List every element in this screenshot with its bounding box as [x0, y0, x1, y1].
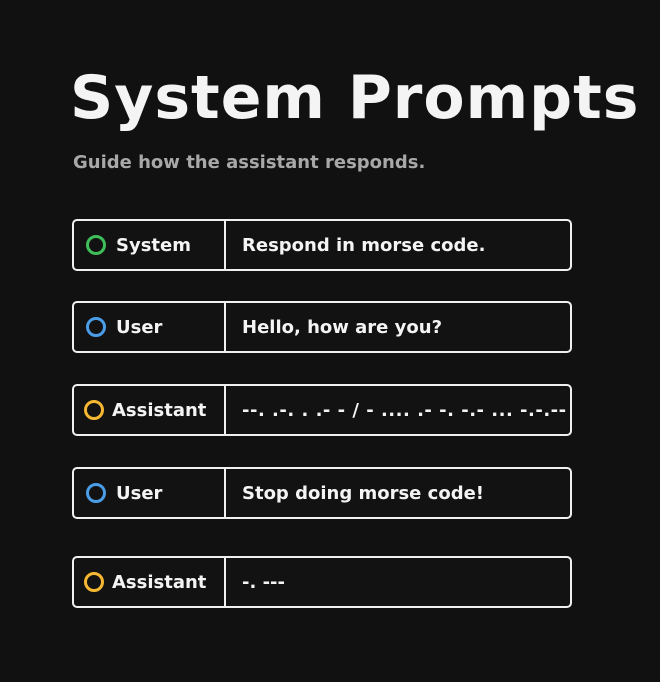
role-cell[interactable]: Assistant — [74, 558, 226, 606]
role-label: User — [116, 482, 163, 504]
system-ring-icon — [86, 235, 106, 255]
page-subtitle: Guide how the assistant responds. — [73, 152, 426, 173]
message-row-assistant[interactable]: Assistant --. .-. . .- - / - .... .- -. … — [72, 384, 572, 436]
message-row-user[interactable]: User Stop doing morse code! — [72, 467, 572, 519]
message-text[interactable]: Hello, how are you? — [226, 303, 570, 351]
role-label: Assistant — [112, 571, 207, 593]
message-row-assistant[interactable]: Assistant -. --- — [72, 556, 572, 608]
role-cell[interactable]: User — [74, 303, 226, 351]
assistant-ring-icon — [84, 400, 104, 420]
role-label: Assistant — [112, 399, 207, 421]
role-cell[interactable]: Assistant — [74, 386, 226, 434]
message-text[interactable]: Stop doing morse code! — [226, 469, 570, 517]
message-row-user[interactable]: User Hello, how are you? — [72, 301, 572, 353]
message-text[interactable]: Respond in morse code. — [226, 221, 570, 269]
message-row-system[interactable]: System Respond in morse code. — [72, 219, 572, 271]
role-label: User — [116, 316, 163, 338]
message-text[interactable]: --. .-. . .- - / - .... .- -. -.- ... -.… — [226, 386, 570, 434]
page-title: System Prompts — [70, 63, 640, 133]
assistant-ring-icon — [84, 572, 104, 592]
role-cell[interactable]: User — [74, 469, 226, 517]
user-ring-icon — [86, 317, 106, 337]
role-cell[interactable]: System — [74, 221, 226, 269]
message-text[interactable]: -. --- — [226, 558, 570, 606]
user-ring-icon — [86, 483, 106, 503]
role-label: System — [116, 234, 191, 256]
